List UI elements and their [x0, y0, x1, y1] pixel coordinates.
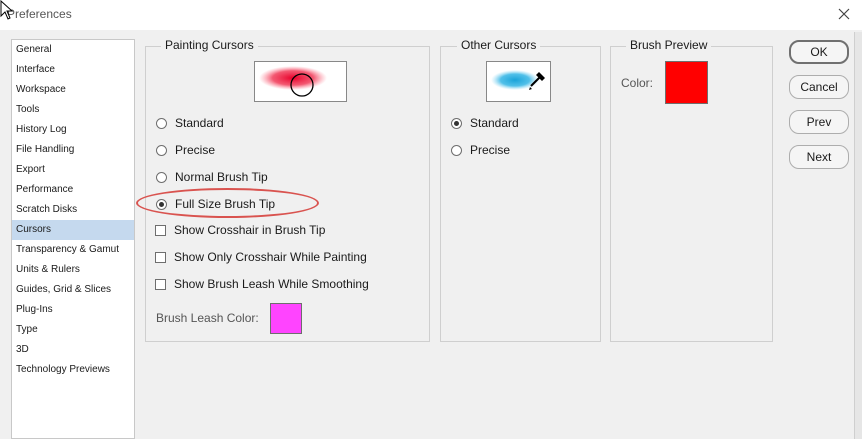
radio-button-selected [451, 117, 462, 129]
painting-normal-brush-tip-radio[interactable]: Normal Brush Tip [156, 170, 268, 184]
radio-button [156, 171, 167, 183]
other-cursor-preview [486, 61, 551, 102]
sidebar-item-performance[interactable]: Performance [12, 180, 134, 200]
painting-cursor-preview [254, 61, 347, 102]
other-standard-radio[interactable]: Standard [451, 116, 519, 130]
sidebar-item-interface[interactable]: Interface [12, 60, 134, 80]
painting-cursors-legend: Painting Cursors [161, 38, 258, 52]
checkbox-label: Show Only Crosshair While Painting [174, 250, 367, 264]
radio-label: Precise [175, 143, 216, 157]
brush-leash-color-label: Brush Leash Color: [156, 311, 259, 325]
brush-preview-legend: Brush Preview [626, 38, 712, 52]
painting-standard-radio[interactable]: Standard [156, 116, 224, 130]
brush-stroke-preview-icon [259, 66, 327, 97]
window-scrollbar[interactable] [854, 32, 862, 439]
sidebar-item-file-handling[interactable]: File Handling [12, 140, 134, 160]
sidebar-item-history-log[interactable]: History Log [12, 120, 134, 140]
eyedropper-preview-icon [491, 70, 545, 90]
other-cursors-legend: Other Cursors [457, 38, 541, 52]
painting-precise-radio[interactable]: Precise [156, 143, 215, 157]
mouse-pointer-icon [0, 0, 14, 20]
sidebar-item-workspace[interactable]: Workspace [12, 80, 134, 100]
checkbox [155, 251, 166, 263]
sidebar-item-guides-grid-slices[interactable]: Guides, Grid & Slices [12, 280, 134, 300]
next-button[interactable]: Next [789, 145, 849, 169]
brush-preview-color-label: Color: [621, 76, 654, 90]
sidebar-item-technology-previews[interactable]: Technology Previews [12, 360, 134, 380]
sidebar-item-units-rulers[interactable]: Units & Rulers [12, 260, 134, 280]
checkbox-label: Show Crosshair in Brush Tip [174, 223, 326, 237]
sidebar-item-3d[interactable]: 3D [12, 340, 134, 360]
sidebar-item-transparency-gamut[interactable]: Transparency & Gamut [12, 240, 134, 260]
ok-button[interactable]: OK [789, 40, 849, 64]
brush-preview-color-swatch[interactable] [665, 61, 708, 104]
sidebar-item-general[interactable]: General [12, 40, 134, 60]
brush-leash-color-swatch[interactable] [270, 303, 302, 334]
show-crosshair-checkbox[interactable]: Show Crosshair in Brush Tip [155, 223, 325, 237]
checkbox [155, 224, 166, 236]
show-only-crosshair-checkbox[interactable]: Show Only Crosshair While Painting [155, 250, 367, 264]
checkbox-label: Show Brush Leash While Smoothing [174, 277, 369, 291]
sidebar-item-cursors[interactable]: Cursors [12, 220, 134, 240]
window-title: Preferences [7, 7, 72, 21]
radio-label: Full Size Brush Tip [175, 197, 276, 211]
close-icon [838, 8, 850, 20]
title-bar: Preferences [0, 0, 862, 30]
checkbox [155, 278, 166, 290]
prev-button[interactable]: Prev [789, 110, 849, 134]
preferences-category-list: General Interface Workspace Tools History Lo… [11, 39, 135, 439]
radio-button [156, 144, 167, 156]
radio-label: Precise [470, 143, 511, 157]
sidebar-item-export[interactable]: Export [12, 160, 134, 180]
close-button[interactable] [832, 3, 856, 25]
radio-label: Standard [175, 116, 224, 130]
painting-full-size-brush-tip-radio[interactable]: Full Size Brush Tip [156, 197, 275, 211]
radio-label: Standard [470, 116, 519, 130]
sidebar-item-type[interactable]: Type [12, 320, 134, 340]
radio-button [451, 144, 462, 156]
radio-button [156, 117, 167, 129]
sidebar-item-plug-ins[interactable]: Plug-Ins [12, 300, 134, 320]
sidebar-item-tools[interactable]: Tools [12, 100, 134, 120]
other-precise-radio[interactable]: Precise [451, 143, 510, 157]
radio-label: Normal Brush Tip [175, 170, 268, 184]
radio-button-selected [156, 198, 167, 210]
sidebar-item-scratch-disks[interactable]: Scratch Disks [12, 200, 134, 220]
cancel-button[interactable]: Cancel [789, 75, 849, 99]
show-brush-leash-checkbox[interactable]: Show Brush Leash While Smoothing [155, 277, 369, 291]
